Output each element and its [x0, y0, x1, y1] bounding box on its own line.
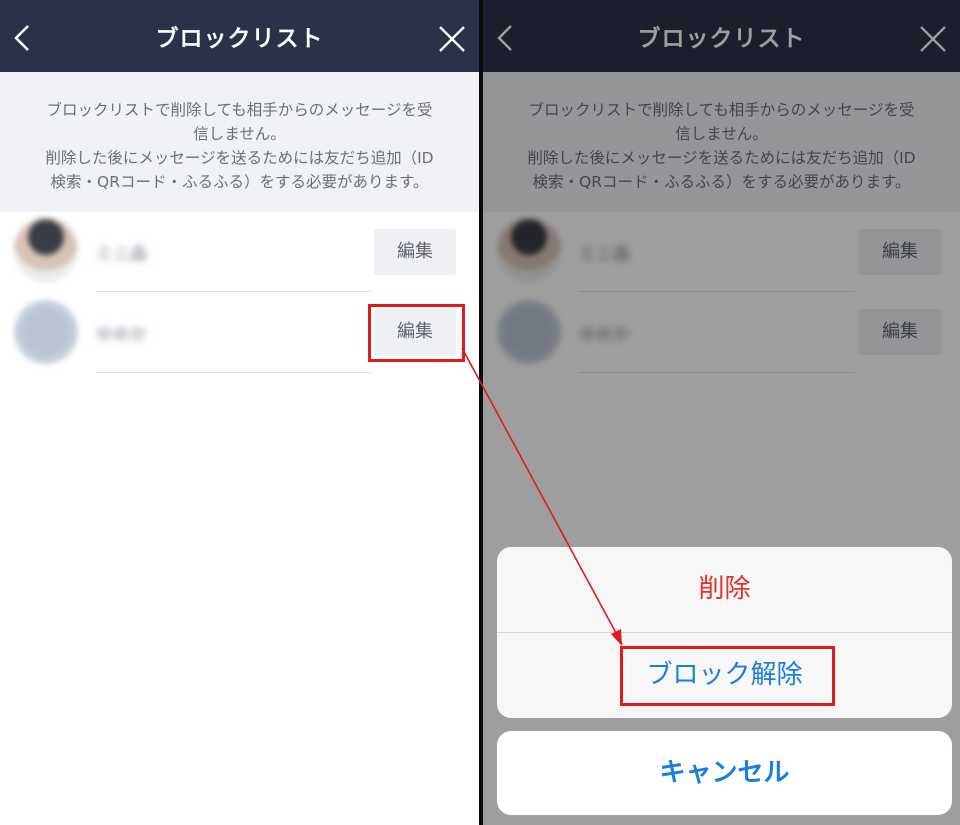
edit-button[interactable]: 編集	[374, 229, 456, 275]
cancel-button[interactable]: キャンセル	[497, 731, 952, 815]
notice-line: 信しません。	[193, 125, 286, 143]
notice-line: ブロックリストで削除しても相手からのメッセージを受	[46, 101, 433, 119]
page-title: ブロックリスト	[155, 26, 324, 52]
contact-name: ゆめか	[96, 325, 147, 345]
close-icon[interactable]	[437, 24, 467, 54]
edit-button-highlight	[368, 304, 465, 362]
avatar	[14, 218, 78, 282]
notice-line: 削除した後にメッセージを送るためには友だち追加（ID	[45, 149, 434, 167]
block-list-screen: ブロックリスト ブロックリストで削除しても相手からのメッセージを受 信しません。…	[0, 0, 479, 825]
notice-line: 検索・QRコード・ふるふる）をする必要があります。	[50, 173, 429, 191]
block-notice: ブロックリストで削除しても相手からのメッセージを受 信しません。 削除した後にメ…	[0, 72, 479, 212]
header: ブロックリスト	[0, 0, 479, 72]
contact-name: ミニ森	[96, 245, 147, 265]
delete-option[interactable]: 削除	[497, 547, 952, 632]
avatar	[14, 300, 78, 364]
divider	[96, 372, 372, 373]
unblock-option-highlight	[620, 646, 835, 706]
block-list-action-screen: ブロックリスト ブロックリストで削除しても相手からのメッセージを受 信しません。…	[483, 0, 960, 825]
list-item: ミニ森 編集	[0, 212, 479, 292]
